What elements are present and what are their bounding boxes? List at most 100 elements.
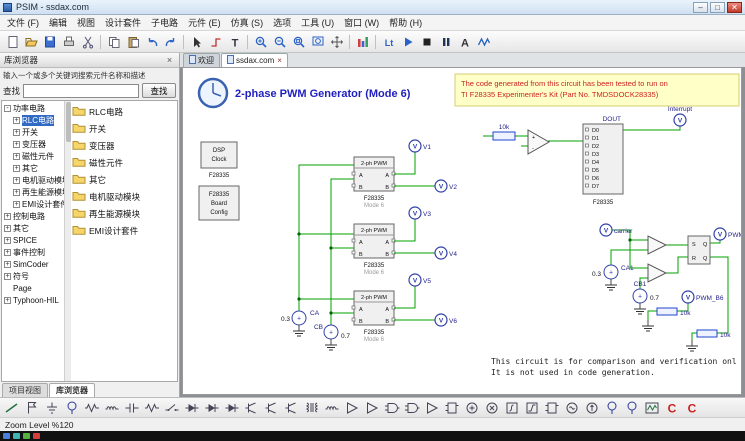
mosfet-icon[interactable]: [242, 399, 261, 416]
folder-item-8[interactable]: EMI设计套件: [72, 222, 176, 239]
pan-icon[interactable]: [327, 33, 346, 51]
tree-expander-icon[interactable]: +: [4, 261, 11, 268]
probe-v5[interactable]: VV5: [409, 274, 431, 286]
tree-item-11[interactable]: +其它: [2, 222, 64, 234]
select-icon[interactable]: [187, 33, 206, 51]
sidebar-tab-2[interactable]: 库浏览器: [49, 383, 95, 397]
tree-item-8[interactable]: +再生能源模块: [2, 186, 64, 198]
tree-expander-icon[interactable]: -: [4, 105, 11, 112]
probe-v6[interactable]: VV6: [435, 314, 457, 326]
multiplier-icon[interactable]: [482, 399, 501, 416]
tree-item-10[interactable]: +控制电路: [2, 210, 64, 222]
c-block-icon[interactable]: C: [682, 399, 701, 416]
tree-expander-icon[interactable]: +: [13, 165, 20, 172]
limiter-icon[interactable]: [522, 399, 541, 416]
probe-carrier[interactable]: Vcarrier: [600, 224, 633, 236]
pwm-block-1[interactable]: 2-ph PWMABABF28335Mode 6: [352, 152, 435, 209]
wire-icon[interactable]: [2, 399, 21, 416]
source-ca[interactable]: +CA0.3: [281, 310, 320, 325]
paste-icon[interactable]: [123, 33, 142, 51]
resistor-10k-top[interactable]: 10k: [493, 124, 515, 140]
probe-pwm1[interactable]: VPWM1: [714, 228, 741, 240]
board-config-block[interactable]: F28335 Board Config: [199, 186, 239, 220]
mini-icon-red[interactable]: [33, 433, 40, 439]
wire-icon[interactable]: [206, 33, 225, 51]
switch-icon[interactable]: [162, 399, 181, 416]
redo-icon[interactable]: [161, 33, 180, 51]
tree-expander-icon[interactable]: +: [13, 141, 20, 148]
copy-icon[interactable]: [104, 33, 123, 51]
tree-item-14[interactable]: +SimCoder: [2, 258, 64, 270]
probe-v4[interactable]: VV4: [435, 247, 457, 259]
search-input[interactable]: [23, 84, 139, 98]
mini-icon-green[interactable]: [23, 433, 30, 439]
ground-icon[interactable]: [42, 399, 61, 416]
zoom-in-icon[interactable]: [251, 33, 270, 51]
coupled-inductor-icon[interactable]: [322, 399, 341, 416]
search-button[interactable]: 查找: [142, 83, 176, 98]
tree-item-5[interactable]: +磁性元件: [2, 150, 64, 162]
schematic-canvas[interactable]: 2-phase PWM Generator (Mode 6) The code …: [180, 67, 745, 397]
close-button[interactable]: ✕: [727, 2, 742, 13]
folder-item-1[interactable]: RLC电路: [72, 103, 176, 120]
zoom-window-icon[interactable]: [289, 33, 308, 51]
stop-icon[interactable]: [417, 33, 436, 51]
voltage-probe-icon[interactable]: [602, 399, 621, 416]
pwm-block-3[interactable]: 2-ph PWMABABF28335Mode 6: [352, 286, 435, 343]
menu-item-5[interactable]: 子电路: [146, 15, 183, 30]
adder-icon[interactable]: [462, 399, 481, 416]
document-tab-2[interactable]: ssdax.com×: [221, 53, 288, 67]
folder-item-7[interactable]: 再生能源模块: [72, 205, 176, 222]
and-gate-icon[interactable]: [382, 399, 401, 416]
voltage-source-icon[interactable]: [562, 399, 581, 416]
opamp[interactable]: + -: [528, 130, 549, 154]
not-gate-icon[interactable]: [422, 399, 441, 416]
rlc-branch-icon[interactable]: [142, 399, 161, 416]
cut-icon[interactable]: [78, 33, 97, 51]
minimize-button[interactable]: –: [693, 2, 708, 13]
dout-block[interactable]: DOUT F28335: [583, 116, 623, 206]
tree-expander-icon[interactable]: +: [13, 189, 20, 196]
schematic-sheet[interactable]: 2-phase PWM Generator (Mode 6) The code …: [182, 67, 742, 395]
folder-item-4[interactable]: 磁性元件: [72, 154, 176, 171]
menu-item-7[interactable]: 仿真 (S): [226, 15, 269, 30]
folder-item-5[interactable]: 其它: [72, 171, 176, 188]
open-icon[interactable]: [21, 33, 40, 51]
menu-item-9[interactable]: 工具 (U): [296, 15, 339, 30]
tree-item-12[interactable]: +SPICE: [2, 234, 64, 246]
print-icon[interactable]: [59, 33, 78, 51]
tree-item-3[interactable]: +开关: [2, 126, 64, 138]
probe-interrupt[interactable]: VInterrupt: [668, 106, 692, 126]
menu-item-10[interactable]: 窗口 (W): [339, 15, 384, 30]
label-a-icon[interactable]: A: [455, 33, 474, 51]
c-script-icon[interactable]: C: [662, 399, 681, 416]
tree-item-1[interactable]: -功率电路: [2, 102, 64, 114]
tree-expander-icon[interactable]: +: [13, 201, 20, 208]
sidebar-tab-1[interactable]: 项目视图: [2, 383, 48, 397]
tree-expander-icon[interactable]: +: [13, 117, 20, 124]
tree-item-13[interactable]: +事件控制: [2, 246, 64, 258]
resistor-icon[interactable]: [82, 399, 101, 416]
menu-item-11[interactable]: 帮助 (H): [384, 15, 427, 30]
menu-item-2[interactable]: 编辑: [44, 15, 72, 30]
mini-icon-blue[interactable]: [3, 433, 10, 439]
mini-icon-teal[interactable]: [13, 433, 20, 439]
tree-item-2[interactable]: +RLC电路: [2, 114, 64, 126]
source-cb1[interactable]: +CB10.7: [633, 281, 659, 303]
waveform-icon[interactable]: [474, 33, 493, 51]
igbt-icon[interactable]: [262, 399, 281, 416]
tree-expander-icon[interactable]: +: [4, 249, 11, 256]
pwm-block-2[interactable]: 2-ph PWMABABF28335Mode 6: [352, 219, 435, 276]
pause-icon[interactable]: [436, 33, 455, 51]
sr-flipflop-block[interactable]: S Q R Q: [688, 236, 710, 264]
current-probe-icon[interactable]: [622, 399, 641, 416]
tree-expander-icon[interactable]: +: [4, 297, 11, 304]
inductor-icon[interactable]: [102, 399, 121, 416]
comparator-icon[interactable]: [362, 399, 381, 416]
menu-item-8[interactable]: 选项: [268, 15, 296, 30]
source-ca1[interactable]: +CA10.3: [592, 265, 634, 279]
menu-item-6[interactable]: 元件 (E): [183, 15, 226, 30]
tree-scrollbar[interactable]: [64, 101, 71, 381]
text-icon[interactable]: T: [225, 33, 244, 51]
lookup-table-icon[interactable]: [542, 399, 561, 416]
